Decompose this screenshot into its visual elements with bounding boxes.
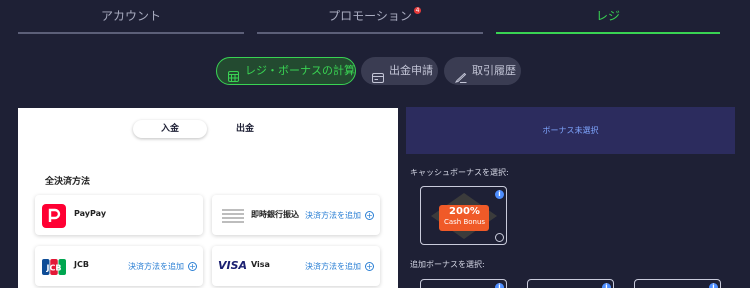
payment-method-name: Visa — [251, 260, 270, 269]
pill-cashier-bonus-calc[interactable]: レジ・ボーナスの計算 — [216, 57, 356, 85]
tab-cashier-label: レジ — [595, 9, 620, 23]
add-payment-method-link[interactable]: 決済方法を追加 — [305, 210, 361, 221]
info-icon[interactable]: i — [495, 283, 504, 288]
tab-cashier[interactable]: レジ — [496, 0, 720, 34]
payment-method-bank-transfer[interactable]: 即時銀行振込 決済方法を追加 + — [212, 195, 380, 235]
segment-deposit-label: 入金 — [160, 124, 179, 134]
tab-promotion-label: プロモーション — [328, 9, 412, 23]
bonus-percent: 200% — [449, 206, 480, 217]
info-icon[interactable]: i — [709, 283, 718, 288]
pill-transaction-history-label: 取引履歴 — [472, 64, 516, 77]
add-payment-method-link[interactable]: 決済方法を追加 — [128, 261, 184, 272]
info-icon[interactable]: i — [495, 190, 504, 199]
bonus-card-cash[interactable]: 200% Cash Bonus i — [420, 186, 507, 245]
extra-bonus-card[interactable]: i — [634, 279, 721, 288]
extra-bonus-card[interactable]: i — [420, 279, 507, 288]
payment-method-name: PayPay — [74, 209, 107, 218]
payment-method-name: 即時銀行振込 — [251, 210, 299, 219]
tab-account[interactable]: アカウント — [18, 0, 244, 34]
visa-logo: VISA — [218, 259, 248, 272]
bank-transfer-icon — [222, 208, 244, 223]
segment-deposit[interactable]: 入金 — [133, 120, 207, 138]
promotion-count-badge: 4 — [414, 7, 421, 14]
segment-withdraw[interactable]: 出金 — [208, 120, 282, 138]
add-circle-icon[interactable]: + — [365, 262, 374, 271]
jcb-logo: JCB — [42, 259, 66, 275]
bonus-caption: Cash Bonus — [443, 218, 486, 226]
pill-transaction-history[interactable]: 取引履歴 — [444, 57, 521, 85]
tab-account-label: アカウント — [100, 9, 161, 23]
pencil-icon — [454, 66, 467, 83]
paypay-logo — [42, 204, 66, 228]
radio-button[interactable] — [495, 233, 504, 242]
bonus-status-text: ボーナス未選択 — [542, 126, 599, 135]
payment-method-visa[interactable]: VISA Visa 決済方法を追加 + — [212, 246, 380, 286]
card-icon — [372, 66, 384, 83]
payment-method-name: JCB — [74, 260, 89, 269]
add-circle-icon[interactable]: + — [188, 262, 197, 271]
add-payment-method-link[interactable]: 決済方法を追加 — [305, 261, 361, 272]
tab-promotion[interactable]: プロモーション 4 — [257, 0, 483, 34]
pill-withdraw-request-label: 出金申請 — [389, 64, 433, 77]
pill-cashier-bonus-calc-label: レジ・ボーナスの計算 — [245, 64, 355, 77]
info-icon[interactable]: i — [602, 283, 611, 288]
payment-method-jcb[interactable]: JCB JCB 決済方法を追加 + — [35, 246, 203, 286]
extra-bonus-label: 追加ボーナスを選択: — [410, 260, 485, 269]
bonus-status-bar: ボーナス未選択 — [406, 107, 735, 154]
calculator-icon — [228, 66, 240, 82]
payment-method-paypay[interactable]: PayPay — [35, 195, 203, 235]
add-circle-icon[interactable]: + — [365, 211, 374, 220]
all-payment-methods-title: 全決済方法 — [45, 177, 91, 187]
svg-text:JCB: JCB — [46, 264, 62, 273]
cashback-bonus-label: キャッシュボーナスを選択: — [410, 168, 509, 177]
payment-methods-panel: 入金 出金 全決済方法 PayPay 即時銀行振込 決済方法を追加 + JCB … — [18, 108, 398, 288]
segment-withdraw-label: 出金 — [235, 124, 254, 134]
extra-bonus-card[interactable]: i — [527, 279, 614, 288]
pill-withdraw-request[interactable]: 出金申請 — [361, 57, 438, 85]
